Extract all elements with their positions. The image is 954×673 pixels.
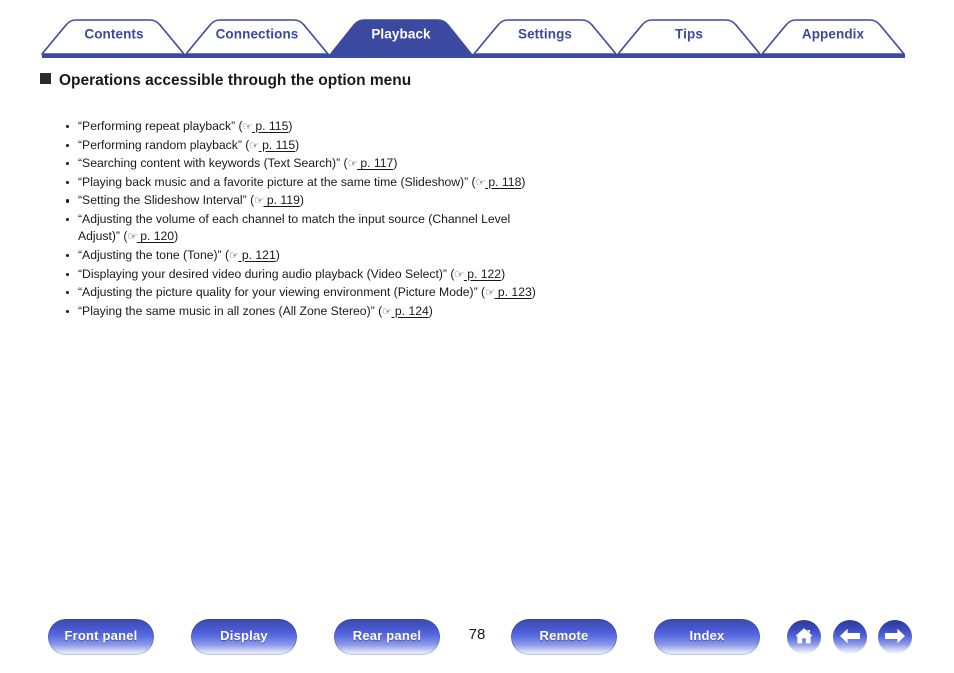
tab-shape-connections[interactable] (185, 19, 329, 55)
tab-shape-settings[interactable] (473, 19, 617, 55)
page-reference-link[interactable]: p. 118 (485, 175, 521, 189)
list-item-text: “Performing random playback” ( (78, 137, 250, 152)
page-reference-hand-icon: ☞ (249, 138, 259, 152)
page-reference-hand-icon: ☞ (475, 175, 486, 189)
list-item-tail: ) (174, 229, 179, 244)
forward-arrow-icon (885, 628, 905, 643)
front-panel-button[interactable]: Front panel (48, 619, 154, 655)
page-reference-hand-icon: ☞ (454, 267, 464, 281)
option-menu-link-list: “Performing repeat playback” (☞ p. 115) “… (64, 118, 544, 321)
page-title: Operations accessible through the option… (40, 71, 460, 91)
front-panel-button-label: Front panel (64, 627, 138, 643)
page-reference-link[interactable]: p. 117 (357, 156, 393, 170)
page-reference-link[interactable]: p. 115 (259, 138, 295, 152)
list-item-text: “Displaying your desired video during au… (78, 266, 455, 281)
tab-shape-tips[interactable] (617, 19, 761, 55)
rear-panel-button-label: Rear panel (352, 627, 422, 643)
remote-button[interactable]: Remote (511, 619, 617, 655)
page-number: 78 (468, 626, 486, 643)
rear-panel-button[interactable]: Rear panel (334, 619, 440, 655)
list-item-tail: ) (393, 156, 398, 171)
back-button[interactable] (833, 620, 867, 654)
display-button-label: Display (220, 627, 268, 643)
page-reference-hand-icon: ☞ (485, 286, 495, 300)
list-item-tail: ) (288, 119, 293, 133)
list-item: “Adjusting the picture quality for your … (64, 284, 544, 301)
page-reference-hand-icon: ☞ (127, 230, 137, 244)
list-item-text: “Searching content with keywords (Text S… (78, 156, 348, 171)
list-item: “Adjusting the volume of each channel to… (64, 211, 544, 246)
list-item: “Searching content with keywords (Text S… (64, 155, 544, 172)
home-button[interactable] (787, 620, 821, 654)
page-reference-link[interactable]: p. 121 (238, 248, 276, 262)
tab-bar: Contents Connections Playback Settings T… (0, 0, 954, 62)
page-title-text: Operations accessible through the option… (59, 72, 412, 89)
list-item-text: “Playing the same music in all zones (Al… (78, 303, 383, 318)
remote-button-label: Remote (539, 627, 589, 643)
index-button-label: Index (689, 627, 725, 643)
list-item: “Setting the Slideshow Interval” (☞ p. 1… (64, 192, 544, 209)
list-item: “Playing the same music in all zones (Al… (64, 303, 544, 320)
page-reference-hand-icon: ☞ (229, 248, 239, 262)
tab-bar-graphic (41, 19, 905, 58)
page-reference-link[interactable]: p. 122 (464, 267, 501, 281)
list-item-text: “Adjusting the picture quality for your … (78, 285, 486, 300)
page-reference-link[interactable]: p. 119 (264, 193, 300, 207)
list-item-text: “Setting the Slideshow Interval” ( (78, 193, 255, 208)
index-button[interactable]: Index (654, 619, 760, 655)
list-item-tail: ) (501, 266, 506, 281)
tab-shape-contents[interactable] (41, 19, 185, 55)
page-reference-link[interactable]: p. 120 (137, 229, 174, 243)
list-item-tail: ) (275, 247, 280, 262)
list-item-text: “Adjusting the tone (Tone)” ( (78, 247, 230, 262)
section-square-icon (40, 73, 51, 84)
tab-bar-rule (42, 54, 905, 58)
list-item-tail: ) (428, 303, 433, 318)
page-reference-link[interactable]: p. 124 (392, 304, 429, 318)
page-reference-link[interactable]: p. 123 (494, 285, 532, 299)
footer-bar: Front panel Display Rear panel 78 Remote… (0, 612, 954, 673)
back-arrow-icon (840, 628, 860, 643)
page-reference-hand-icon: ☞ (254, 194, 264, 208)
tab-shape-appendix[interactable] (761, 19, 905, 55)
list-item-text: “Playing back music and a favorite pictu… (78, 174, 476, 189)
list-item-text: “Performing repeat playback” ( (78, 119, 243, 133)
list-item-tail: ) (295, 137, 300, 152)
display-button[interactable]: Display (191, 619, 297, 655)
forward-button[interactable] (878, 620, 912, 654)
page-reference-link[interactable]: p. 115 (252, 119, 288, 133)
page-reference-hand-icon: ☞ (242, 120, 253, 133)
page-reference-hand-icon: ☞ (382, 304, 392, 318)
tab-shape-playback[interactable] (329, 19, 473, 56)
list-item: “Displaying your desired video during au… (64, 266, 544, 283)
list-item-tail: ) (299, 193, 304, 208)
page-reference-hand-icon: ☞ (347, 157, 358, 171)
list-item-tail: ) (521, 174, 526, 189)
list-item: “Performing random playback” (☞ p. 115) (64, 137, 544, 154)
list-item: “Playing back music and a favorite pictu… (64, 174, 544, 191)
home-icon (795, 627, 813, 643)
list-item: “Adjusting the tone (Tone)” (☞ p. 121) (64, 247, 544, 264)
list-item: “Performing repeat playback” (☞ p. 115) (64, 118, 544, 135)
list-item-tail: ) (531, 285, 536, 300)
